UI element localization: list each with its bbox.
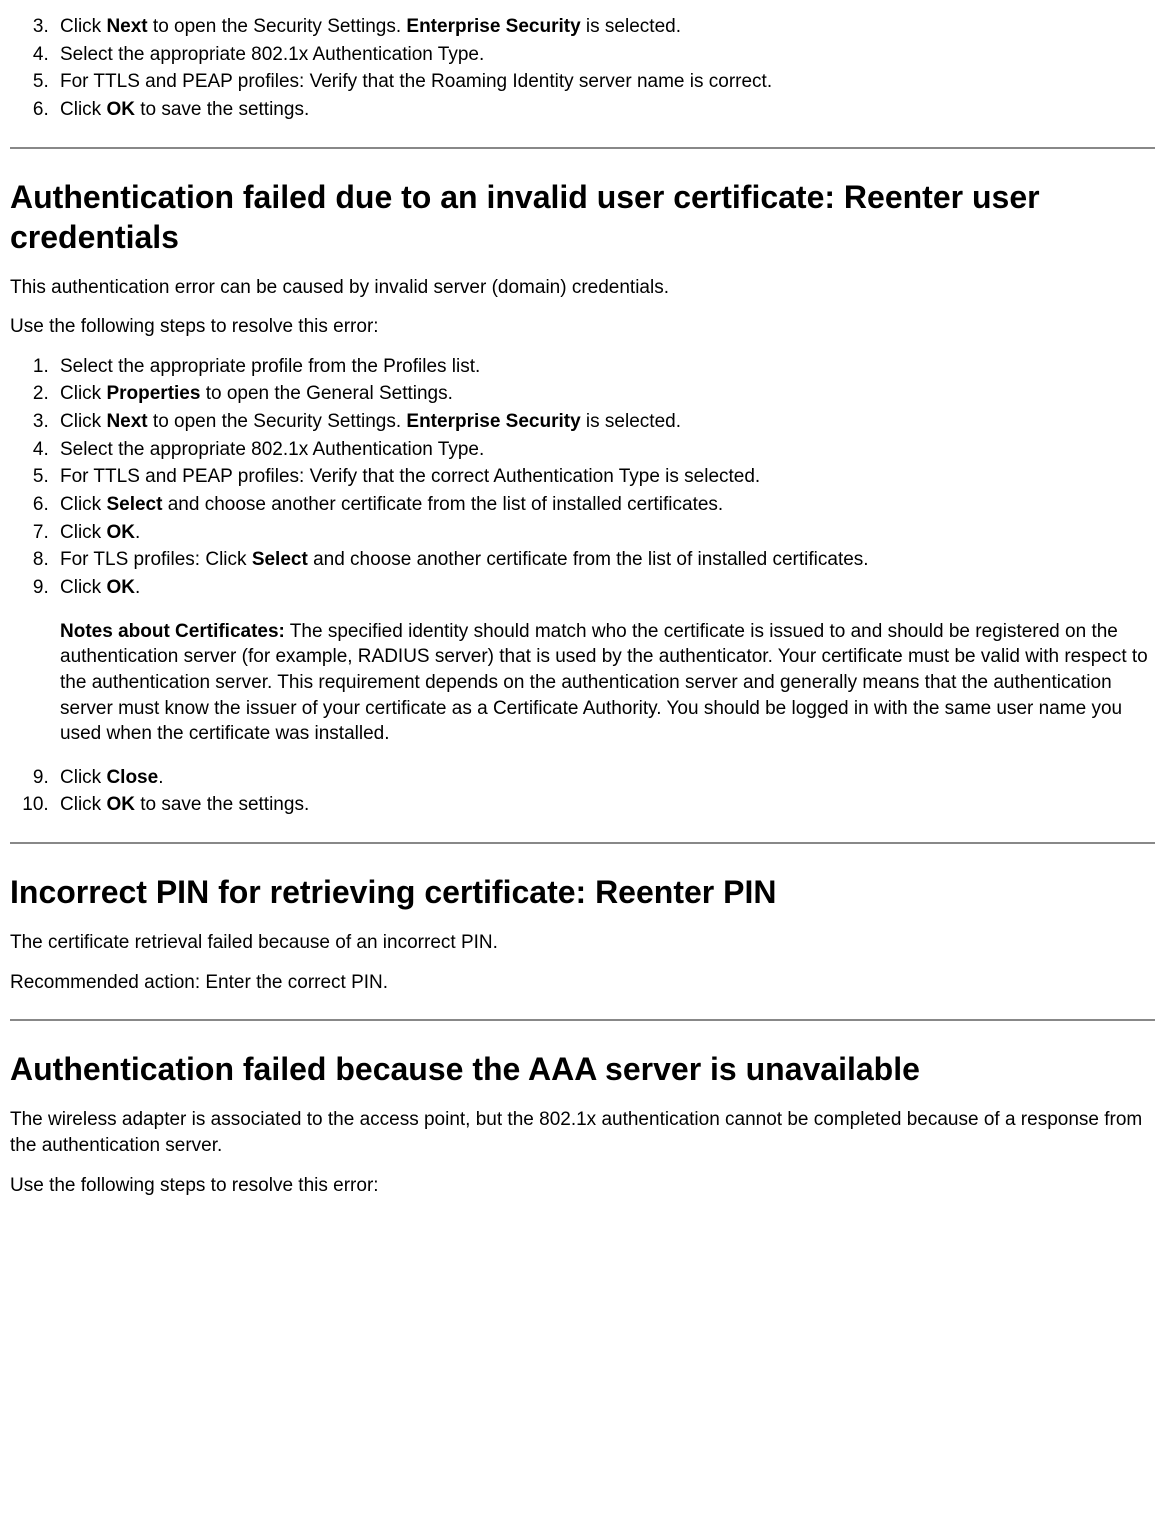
list-item: Select the appropriate 802.1x Authentica… [54, 42, 1155, 68]
section-heading-incorrect-pin: Incorrect PIN for retrieving certificate… [10, 872, 1155, 912]
previous-section-steps: Click Next to open the Security Settings… [10, 14, 1155, 123]
list-item: Click Select and choose another certific… [54, 492, 1155, 518]
steps-list-invalid-cert-cont: Click Close. Click OK to save the settin… [10, 765, 1155, 818]
list-item: Click Next to open the Security Settings… [54, 14, 1155, 40]
paragraph: Use the following steps to resolve this … [10, 1173, 1155, 1199]
list-item: Click Next to open the Security Settings… [54, 409, 1155, 435]
list-item: For TTLS and PEAP profiles: Verify that … [54, 69, 1155, 95]
list-item: Click Close. [54, 765, 1155, 791]
list-item: Select the appropriate profile from the … [54, 354, 1155, 380]
paragraph: This authentication error can be caused … [10, 275, 1155, 301]
paragraph: The wireless adapter is associated to th… [10, 1107, 1155, 1158]
paragraph: Recommended action: Enter the correct PI… [10, 970, 1155, 996]
paragraph: Use the following steps to resolve this … [10, 314, 1155, 340]
certificate-note: Notes about Certificates: The specified … [60, 619, 1155, 747]
divider [10, 842, 1155, 844]
list-item: Click OK to save the settings. [54, 97, 1155, 123]
list-item: Click OK. Notes about Certificates: The … [54, 575, 1155, 747]
list-item: For TLS profiles: Click Select and choos… [54, 547, 1155, 573]
list-item: Select the appropriate 802.1x Authentica… [54, 437, 1155, 463]
divider [10, 1019, 1155, 1021]
section-heading-aaa-unavailable: Authentication failed because the AAA se… [10, 1049, 1155, 1089]
list-item: For TTLS and PEAP profiles: Verify that … [54, 464, 1155, 490]
section-heading-invalid-cert: Authentication failed due to an invalid … [10, 177, 1155, 257]
paragraph: The certificate retrieval failed because… [10, 930, 1155, 956]
list-item: Click OK to save the settings. [54, 792, 1155, 818]
divider [10, 147, 1155, 149]
list-item: Click Properties to open the General Set… [54, 381, 1155, 407]
list-item: Click OK. [54, 520, 1155, 546]
steps-list-invalid-cert: Select the appropriate profile from the … [10, 354, 1155, 747]
